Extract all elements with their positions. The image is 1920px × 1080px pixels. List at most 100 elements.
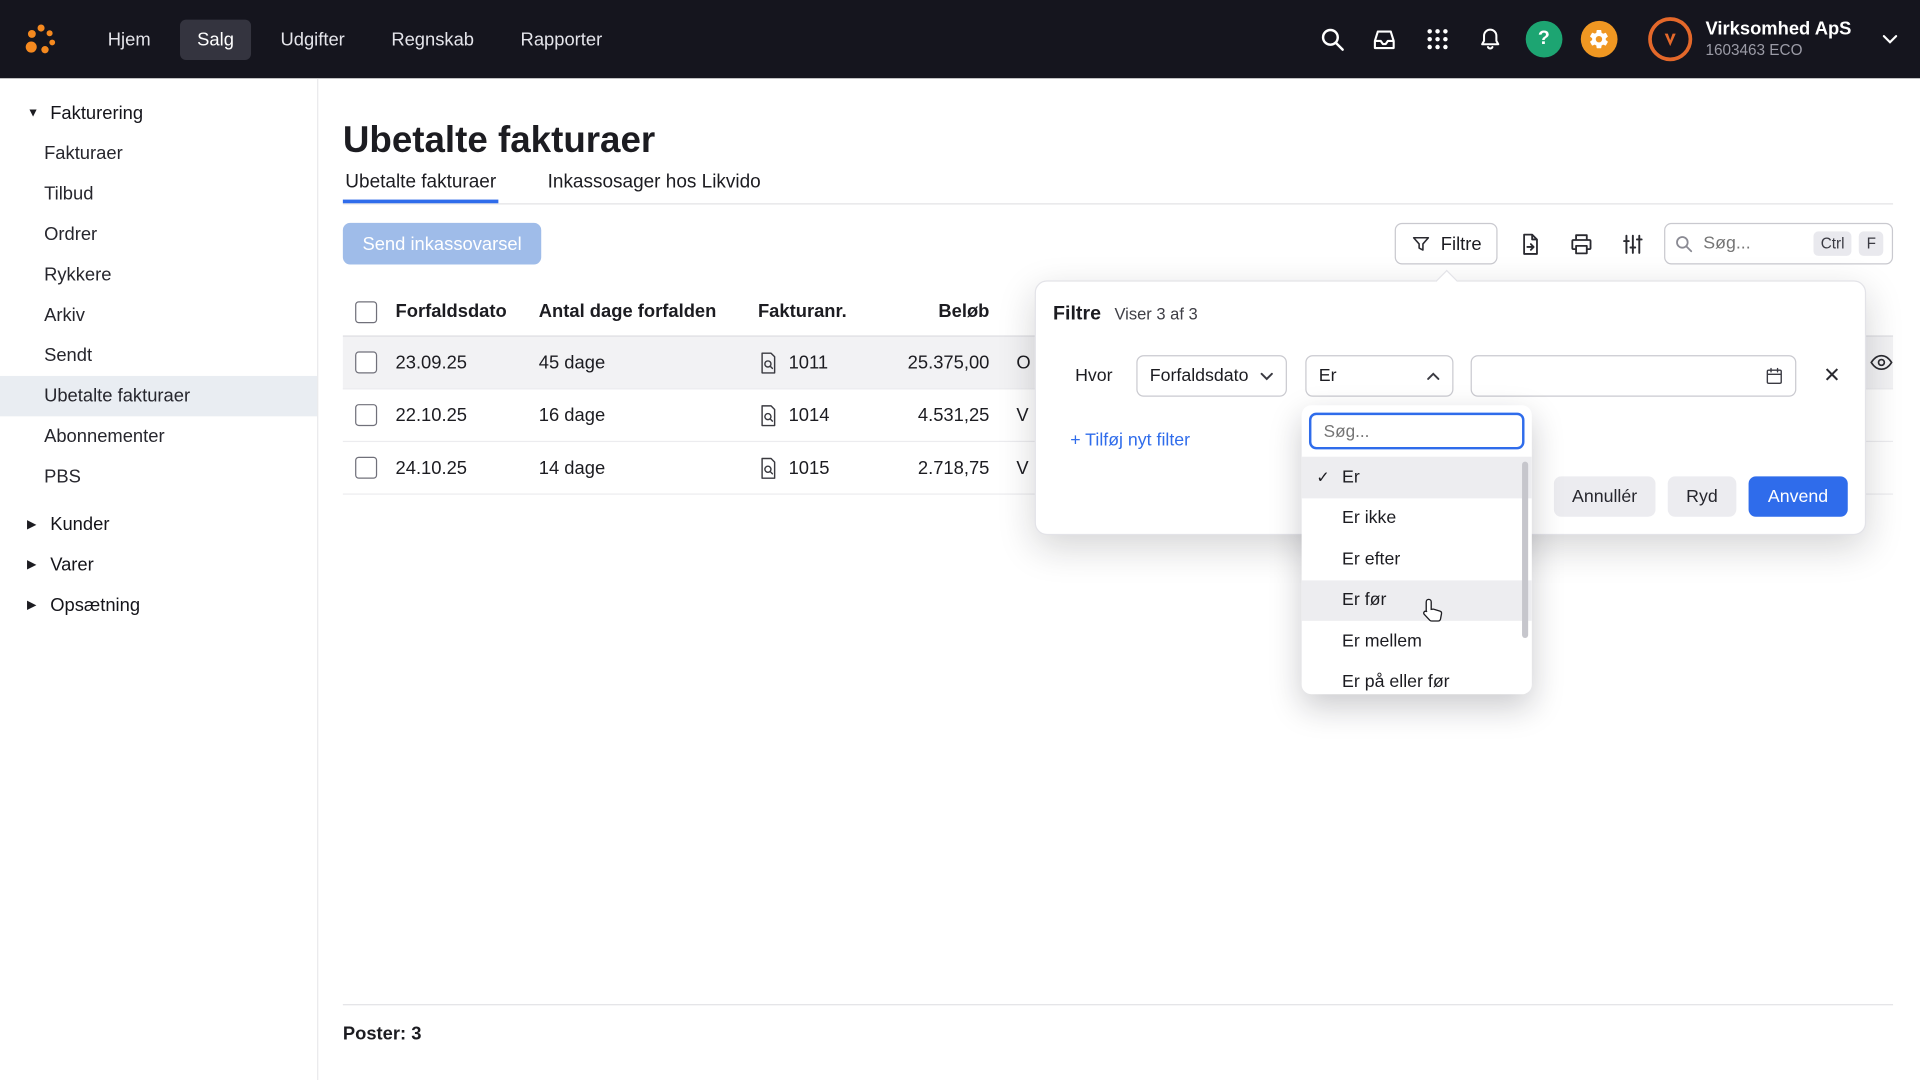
question-icon: ? — [1538, 28, 1550, 50]
topbar: Hjem Salg Udgifter Regnskab Rapporter — [0, 0, 1920, 78]
nav-item-regnskab[interactable]: Regnskab — [374, 19, 491, 59]
add-filter-link[interactable]: + Tilføj nyt filter — [1070, 431, 1190, 451]
cell-invoice-number: 1011 — [789, 352, 829, 373]
sidebar-item-abonnementer[interactable]: Abonnementer — [0, 416, 317, 456]
table-search: Ctrl F — [1664, 223, 1893, 265]
sidebar-section-label: Varer — [50, 555, 94, 576]
header-beloeb[interactable]: Beløb — [869, 301, 989, 322]
nav-item-udgifter[interactable]: Udgifter — [263, 19, 362, 59]
print-icon[interactable] — [1561, 224, 1600, 263]
dropdown-scrollbar[interactable] — [1522, 462, 1528, 638]
popover-title: Filtre — [1053, 304, 1101, 326]
sidebar-item-ordrer[interactable]: Ordrer — [0, 214, 317, 254]
main-content: Ubetalte fakturaer Ubetalte fakturaer In… — [318, 78, 1920, 1080]
sidebar-item-tilbud[interactable]: Tilbud — [0, 174, 317, 214]
chevron-collapsed-icon: ▶ — [27, 518, 39, 531]
table-search-input[interactable] — [1701, 233, 1806, 255]
account-texts: Virksomhed ApS 1603463 ECO — [1705, 18, 1851, 60]
filter-date-input[interactable] — [1471, 355, 1797, 397]
remove-filter-icon[interactable]: ✕ — [1823, 364, 1840, 388]
bell-icon[interactable] — [1473, 22, 1507, 56]
nav-item-hjem[interactable]: Hjem — [91, 19, 168, 59]
sidebar-item-ubetalte-fakturaer[interactable]: Ubetalte fakturaer — [0, 376, 317, 416]
sidebar-section-label: Opsætning — [50, 595, 140, 616]
apps-grid-icon[interactable] — [1420, 22, 1454, 56]
dropdown-option-er-mellem[interactable]: Er mellem — [1302, 621, 1532, 662]
shortcut-f-key: F — [1859, 231, 1883, 255]
nav-item-salg[interactable]: Salg — [180, 19, 251, 59]
filter-field-select[interactable]: Forfaldsdato — [1136, 355, 1287, 397]
row-checkbox[interactable] — [355, 404, 377, 426]
search-icon[interactable] — [1315, 22, 1349, 56]
header-antal-dage[interactable]: Antal dage forfalden — [539, 301, 746, 322]
record-count: Poster: 3 — [343, 1004, 1893, 1044]
company-name: Virksomhed ApS — [1705, 18, 1851, 41]
cancel-button[interactable]: Annullér — [1554, 476, 1656, 516]
dropdown-option-er-efter[interactable]: Er efter — [1302, 539, 1532, 580]
shortcut-ctrl-key: Ctrl — [1813, 231, 1852, 255]
calendar-icon[interactable] — [1764, 366, 1784, 386]
filter-button-label: Filtre — [1441, 233, 1482, 254]
dropdown-search-input[interactable] — [1321, 420, 1512, 442]
help-button[interactable]: ? — [1525, 21, 1562, 58]
dropdown-option-er-foer[interactable]: Er før — [1302, 580, 1532, 621]
gear-icon — [1588, 28, 1610, 50]
inbox-icon[interactable] — [1368, 22, 1402, 56]
cell-amount: 2.718,75 — [869, 457, 989, 478]
toolbar: Send inkassovarsel Filtre — [343, 222, 1893, 266]
filter-button[interactable]: Filtre — [1394, 223, 1497, 265]
sidebar-item-sendt[interactable]: Sendt — [0, 336, 317, 376]
tab-inkassosager[interactable]: Inkassosager hos Likvido — [545, 160, 763, 203]
send-inkassovarsel-button[interactable]: Send inkassovarsel — [343, 223, 541, 265]
billy-logo[interactable] — [0, 21, 81, 58]
row-checkbox[interactable] — [355, 351, 377, 373]
invoice-preview-icon[interactable] — [758, 403, 779, 426]
dropdown-option-er[interactable]: ✓ Er — [1302, 457, 1532, 498]
operator-dropdown: ✓ Er Er ikke Er efter Er før Er mellem E… — [1302, 405, 1532, 694]
filter-operator-value: Er — [1319, 366, 1337, 386]
filter-field-value: Forfaldsdato — [1150, 366, 1249, 386]
apply-button[interactable]: Anvend — [1748, 476, 1847, 516]
sidebar-item-pbs[interactable]: PBS — [0, 457, 317, 497]
sidebar: ▼ Fakturering Fakturaer Tilbud Ordrer Ry… — [0, 78, 318, 1080]
tab-ubetalte-fakturaer[interactable]: Ubetalte fakturaer — [343, 160, 499, 203]
sidebar-section-kunder[interactable]: ▶ Kunder — [0, 504, 317, 544]
sidebar-item-rykkere[interactable]: Rykkere — [0, 255, 317, 295]
column-settings-icon[interactable] — [1613, 224, 1652, 263]
company-logo — [1648, 17, 1692, 61]
cell-days: 14 dage — [539, 457, 746, 478]
cell-date: 24.10.25 — [396, 457, 539, 478]
chevron-collapsed-icon: ▶ — [27, 599, 39, 612]
cell-invoice-number: 1015 — [789, 457, 830, 478]
header-forfaldsdato[interactable]: Forfaldsdato — [396, 301, 539, 322]
select-all-checkbox[interactable] — [355, 301, 377, 323]
dropdown-option-er-paa-eller-foer[interactable]: Er på eller før — [1302, 662, 1532, 694]
check-icon: ✓ — [1316, 467, 1329, 487]
invoice-preview-icon[interactable] — [758, 456, 779, 479]
invoice-preview-icon[interactable] — [758, 351, 779, 374]
cell-amount: 4.531,25 — [869, 405, 989, 426]
chevron-down-icon[interactable] — [1882, 34, 1898, 44]
filter-row: Hvor Forfaldsdato Er ✕ — [1075, 355, 1848, 397]
sidebar-item-fakturaer[interactable]: Fakturaer — [0, 133, 317, 173]
settings-button[interactable] — [1581, 21, 1618, 58]
sidebar-section-label: Kunder — [50, 514, 109, 535]
export-icon[interactable] — [1510, 224, 1549, 263]
chevron-up-icon — [1427, 372, 1440, 381]
sidebar-section-fakturering[interactable]: ▼ Fakturering — [0, 93, 317, 133]
header-fakturanr[interactable]: Fakturanr. — [746, 301, 870, 322]
filter-operator-select[interactable]: Er — [1305, 355, 1453, 397]
sidebar-section-label: Fakturering — [50, 103, 143, 124]
clear-button[interactable]: Ryd — [1668, 476, 1736, 516]
eye-icon[interactable] — [1870, 354, 1893, 371]
row-checkbox[interactable] — [355, 457, 377, 479]
account-menu[interactable]: Virksomhed ApS 1603463 ECO — [1648, 17, 1898, 61]
sidebar-section-varer[interactable]: ▶ Varer — [0, 545, 317, 585]
dropdown-option-er-ikke[interactable]: Er ikke — [1302, 498, 1532, 539]
sidebar-item-arkiv[interactable]: Arkiv — [0, 295, 317, 335]
nav-item-rapporter[interactable]: Rapporter — [503, 19, 619, 59]
funnel-icon — [1410, 233, 1431, 254]
logo-dots-icon — [22, 21, 59, 58]
sidebar-section-opsaetning[interactable]: ▶ Opsætning — [0, 585, 317, 625]
tab-bar: Ubetalte fakturaer Inkassosager hos Likv… — [343, 160, 1893, 204]
